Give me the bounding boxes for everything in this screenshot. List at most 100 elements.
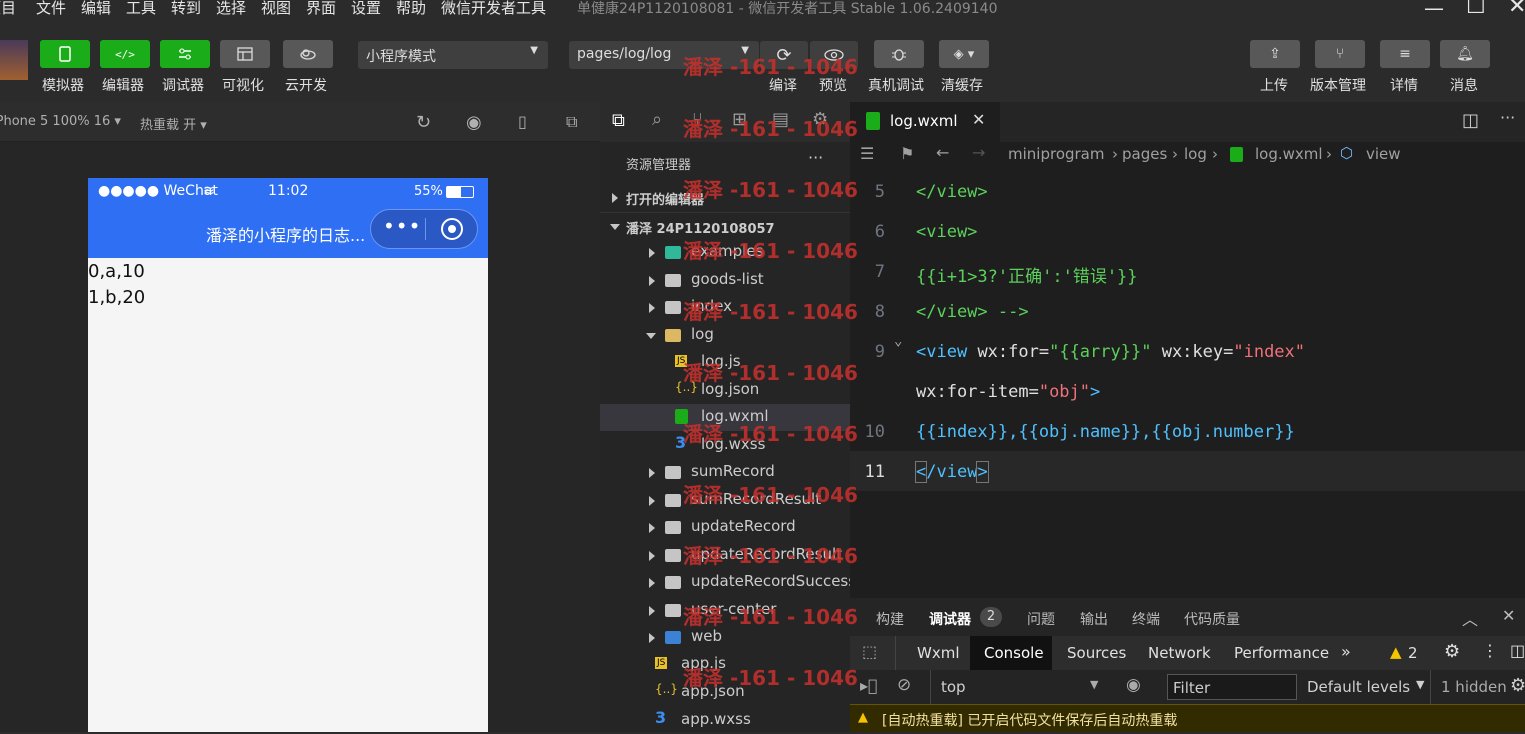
details-button[interactable]: ≡ bbox=[1380, 40, 1430, 68]
more-dots-icon[interactable]: ••• bbox=[383, 214, 421, 238]
menu-wechat-devtools[interactable]: 微信开发者工具 bbox=[441, 0, 546, 18]
close-miniprogram-icon[interactable] bbox=[441, 218, 463, 240]
tab-problems[interactable]: 问题 bbox=[1027, 609, 1055, 629]
menu-interface[interactable]: 界面 bbox=[306, 0, 336, 18]
menu-goto[interactable]: 转到 bbox=[171, 0, 201, 18]
tree-item-updaterecord[interactable]: updateRecord bbox=[600, 514, 850, 541]
sidebar-toggle-icon[interactable]: ▸⃞ bbox=[860, 676, 878, 695]
menu-tools[interactable]: 工具 bbox=[126, 0, 156, 18]
real-debug-button[interactable] bbox=[874, 40, 924, 68]
branch-icon: ⑂ bbox=[1335, 46, 1345, 62]
tree-item-label: sumRecord bbox=[691, 462, 775, 480]
code-line-6: <view> bbox=[916, 222, 978, 242]
minimize-icon[interactable]: — bbox=[1424, 0, 1444, 20]
files-icon[interactable]: ⧉ bbox=[612, 110, 625, 131]
messages-button[interactable]: 🔔︎ bbox=[1440, 40, 1490, 68]
menu-help[interactable]: 帮助 bbox=[396, 0, 426, 18]
upload-button[interactable]: ⇪ bbox=[1250, 40, 1300, 68]
fold-chevron-icon[interactable]: ⌄ bbox=[894, 333, 902, 349]
tab-performance[interactable]: Performance bbox=[1234, 644, 1329, 662]
device-icon[interactable]: ▯ bbox=[518, 112, 527, 131]
levels-select[interactable]: Default levels bbox=[1307, 678, 1410, 696]
settings-icon[interactable]: ⚙ bbox=[1444, 641, 1460, 662]
tab-sources[interactable]: Sources bbox=[1067, 644, 1126, 662]
tree-item-updaterecordsuccess[interactable]: updateRecordSuccess bbox=[600, 569, 856, 596]
maximize-icon[interactable]: ☐ bbox=[1466, 0, 1486, 19]
tree-item-goods-list[interactable]: goods-list bbox=[600, 267, 850, 294]
visual-button[interactable] bbox=[220, 40, 270, 68]
tab-log-wxml[interactable]: log.wxml ✕ bbox=[850, 102, 1000, 142]
cloud-button[interactable] bbox=[283, 40, 333, 68]
tab-build[interactable]: 构建 bbox=[876, 609, 904, 629]
tab-output[interactable]: 输出 bbox=[1080, 609, 1108, 629]
breadcrumb-item[interactable]: miniprogram bbox=[1008, 145, 1104, 163]
inspect-icon[interactable]: ⬚ bbox=[862, 642, 877, 661]
breadcrumb-item[interactable]: log.wxml bbox=[1255, 145, 1323, 163]
more-actions-icon[interactable]: ··· bbox=[1500, 108, 1515, 127]
avatar[interactable] bbox=[0, 40, 28, 80]
debugger-badge: 2 bbox=[980, 607, 1002, 627]
nav-title: 潘泽的小程序的日志... bbox=[206, 226, 366, 245]
more-icon[interactable]: ··· bbox=[808, 148, 823, 167]
code-line-11: </view> bbox=[914, 461, 989, 483]
dock-icon[interactable]: ◫ bbox=[1510, 641, 1525, 660]
clear-cache-button[interactable]: ◈ ▾ bbox=[939, 40, 989, 68]
breadcrumb-sep: › bbox=[1172, 145, 1178, 163]
list-icon[interactable]: ☰ bbox=[860, 144, 874, 163]
tab-console[interactable]: Console bbox=[984, 644, 1044, 662]
window-title: 单健康24P1120108081 - 微信开发者工具 Stable 1.06.2… bbox=[577, 1, 998, 17]
simulator-button[interactable] bbox=[40, 40, 90, 68]
close-panel-icon[interactable]: ✕ bbox=[1502, 606, 1515, 625]
more-tabs-icon[interactable]: » bbox=[1341, 642, 1351, 661]
menu-settings[interactable]: 设置 bbox=[351, 0, 381, 18]
chevron-up-icon[interactable]: ︿ bbox=[1462, 606, 1478, 630]
tree-item-label: app.wxss bbox=[681, 710, 751, 728]
editor-button[interactable]: </> bbox=[100, 40, 150, 68]
tree-item-app-wxss[interactable]: 3 app.wxss bbox=[600, 707, 850, 734]
tab-label: log.wxml bbox=[890, 112, 958, 130]
context-select[interactable]: top bbox=[941, 678, 966, 696]
filter-input[interactable]: Filter bbox=[1167, 674, 1297, 700]
close-tab-icon[interactable]: ✕ bbox=[972, 110, 985, 129]
mode-select[interactable]: 小程序模式 ▼ bbox=[358, 41, 548, 69]
version-button[interactable]: ⑂ bbox=[1315, 40, 1365, 68]
capsule-divider bbox=[425, 218, 426, 240]
tree-item-log[interactable]: log bbox=[600, 322, 850, 349]
clear-console-icon[interactable]: ⊘ bbox=[897, 675, 911, 695]
chevron-right-icon bbox=[649, 248, 655, 258]
tab-network[interactable]: Network bbox=[1148, 644, 1211, 662]
hot-reload-toggle[interactable]: 热重载 开 ▾ bbox=[140, 114, 207, 133]
menu-project[interactable]: 项目 bbox=[0, 0, 16, 18]
kebab-icon[interactable]: ⋮ bbox=[1482, 641, 1498, 660]
close-window-icon[interactable]: ✕ bbox=[1508, 0, 1525, 19]
device-select[interactable]: iPhone 5 100% 16 ▾ bbox=[0, 114, 121, 129]
menu-file[interactable]: 文件 bbox=[36, 0, 66, 18]
menu-edit[interactable]: 编辑 bbox=[81, 0, 111, 18]
menu-select[interactable]: 选择 bbox=[216, 0, 246, 18]
search-icon[interactable]: ⌕ bbox=[652, 109, 662, 130]
eye-icon[interactable]: ◉ bbox=[1126, 675, 1141, 695]
breadcrumb-item[interactable]: pages bbox=[1122, 145, 1167, 163]
popout-icon[interactable]: ⧉ bbox=[566, 112, 577, 132]
bookmark-icon[interactable]: ⚑ bbox=[900, 144, 914, 163]
record-icon[interactable]: ◉ bbox=[466, 112, 482, 133]
warning-count[interactable]: 2 bbox=[1408, 644, 1418, 662]
tab-code-quality[interactable]: 代码质量 bbox=[1184, 609, 1240, 629]
watermark-text: 潘泽 -161 - 1046 bbox=[683, 300, 858, 324]
tab-debugger[interactable]: 调试器 bbox=[929, 609, 971, 629]
settings-icon[interactable]: ⚙ bbox=[1510, 675, 1525, 696]
tab-terminal[interactable]: 终端 bbox=[1132, 609, 1160, 629]
split-editor-icon[interactable]: ◫ bbox=[1462, 110, 1479, 131]
tab-wxml[interactable]: Wxml bbox=[917, 644, 960, 662]
forward-icon[interactable]: → bbox=[972, 143, 985, 162]
layers-icon: ◈ ▾ bbox=[953, 46, 975, 62]
debugger-button[interactable] bbox=[160, 40, 210, 68]
breadcrumb-item[interactable]: view bbox=[1366, 145, 1401, 163]
back-icon[interactable]: ← bbox=[936, 143, 949, 162]
code-editor[interactable]: 5 6 7 8 9 ⌄ 10 11 </view> <view> {{i+1>3… bbox=[850, 168, 1525, 598]
menu-view[interactable]: 视图 bbox=[261, 0, 291, 18]
breadcrumb-item[interactable]: log bbox=[1184, 145, 1207, 163]
rotate-icon[interactable]: ↻ bbox=[416, 112, 431, 133]
chevron-right-icon bbox=[649, 606, 655, 616]
chevron-right-icon bbox=[649, 633, 655, 643]
